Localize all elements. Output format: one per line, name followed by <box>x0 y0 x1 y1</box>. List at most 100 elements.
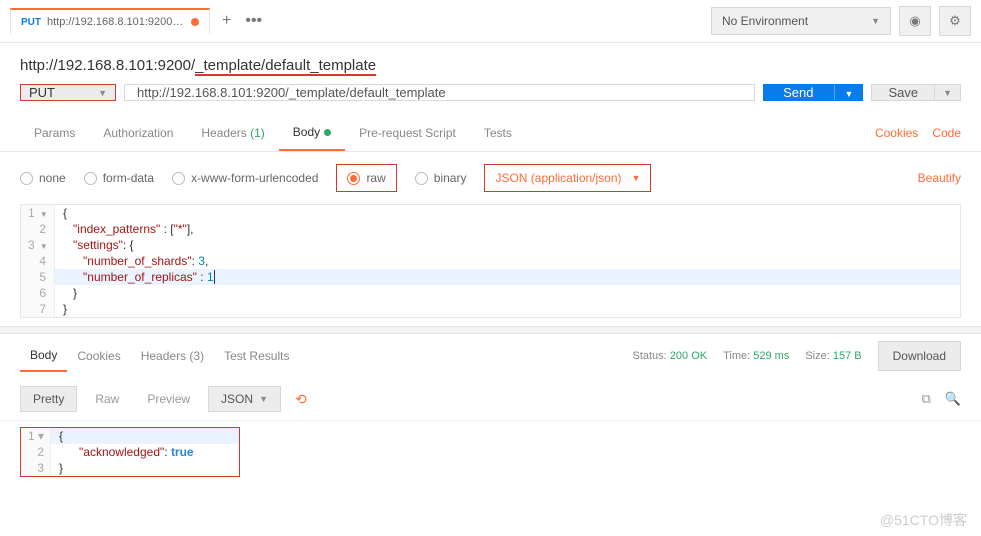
url-input[interactable]: http://192.168.8.101:9200/_template/defa… <box>124 84 755 101</box>
size-value: 157 B <box>833 350 862 362</box>
editor-line[interactable]: 3} <box>21 460 239 476</box>
editor-line[interactable]: 7} <box>21 301 960 317</box>
body-label: Body <box>293 125 320 139</box>
radio-none[interactable]: none <box>20 171 66 185</box>
radio-icon <box>415 172 428 185</box>
environment-area: No Environment ▼ ◉ ⚙ <box>711 6 971 36</box>
radio-raw[interactable]: raw <box>336 164 396 192</box>
code-link[interactable]: Code <box>932 126 961 140</box>
download-button[interactable]: Download <box>878 341 961 371</box>
chevron-down-icon: ▼ <box>98 88 107 98</box>
size-label: Size: <box>805 350 829 362</box>
editor-line[interactable]: 2 "acknowledged": true <box>21 444 239 460</box>
view-raw[interactable]: Raw <box>85 387 129 411</box>
status: Status: 200 OK <box>632 350 707 362</box>
headers-label: Headers <box>141 349 186 363</box>
size: Size: 157 B <box>805 350 861 362</box>
settings-button[interactable]: ⚙ <box>939 6 971 36</box>
resp-tab-cookies[interactable]: Cookies <box>67 341 130 371</box>
environment-value: No Environment <box>722 14 808 28</box>
environment-select[interactable]: No Environment ▼ <box>711 7 891 35</box>
chevron-down-icon: ▼ <box>845 89 854 99</box>
tab-title: http://192.168.8.101:9200/_clust <box>47 16 185 28</box>
headers-count: (3) <box>189 349 204 363</box>
radio-label: x-www-form-urlencoded <box>191 171 318 185</box>
resp-tab-body[interactable]: Body <box>20 340 67 372</box>
request-tabs: Params Authorization Headers (1) Body Pr… <box>0 115 981 152</box>
editor-line[interactable]: 5 "number_of_replicas" : 1 <box>21 269 960 285</box>
request-links: Cookies Code <box>875 126 961 140</box>
save-button[interactable]: Save <box>871 84 935 101</box>
content-type-value: JSON (application/json) <box>495 171 621 185</box>
watermark: @51CTO博客 <box>880 510 967 530</box>
format-select[interactable]: JSON ▼ <box>208 386 281 412</box>
resp-tab-tests[interactable]: Test Results <box>214 341 299 371</box>
view-pretty[interactable]: Pretty <box>20 386 77 412</box>
beautify-link[interactable]: Beautify <box>918 171 961 185</box>
save-group: Save ▼ <box>871 84 961 101</box>
radio-label: raw <box>366 171 385 185</box>
radio-label: none <box>39 171 66 185</box>
response-body-viewer[interactable]: 1 ▾{2 "acknowledged": true3} <box>20 427 240 477</box>
tab-headers[interactable]: Headers (1) <box>187 116 278 150</box>
title-suffix: _template/default_template <box>195 57 376 76</box>
editor-line[interactable]: 3 ▾ "settings": { <box>21 237 960 253</box>
tab-method: PUT <box>21 17 41 28</box>
toolbar-right: ⧉ 🔍 <box>922 391 961 407</box>
response-toolbar: Pretty Raw Preview JSON ▼ ⟲ ⧉ 🔍 <box>0 378 981 421</box>
tab-authorization[interactable]: Authorization <box>89 116 187 150</box>
save-label: Save <box>888 85 918 100</box>
wrap-lines-button[interactable]: ⟲ <box>289 388 313 411</box>
radio-binary[interactable]: binary <box>415 171 467 185</box>
request-title: http://192.168.8.101:9200/_template/defa… <box>0 43 981 82</box>
copy-button[interactable]: ⧉ <box>922 391 931 407</box>
content-type-select[interactable]: JSON (application/json) ▼ <box>484 164 651 192</box>
tab-prerequest[interactable]: Pre-request Script <box>345 116 470 150</box>
method-value: PUT <box>29 85 55 100</box>
body-options: none form-data x-www-form-urlencoded raw… <box>0 152 981 204</box>
editor-line[interactable]: 1 ▾{ <box>21 428 239 444</box>
chevron-down-icon: ▼ <box>632 173 641 183</box>
radio-urlencoded[interactable]: x-www-form-urlencoded <box>172 171 318 185</box>
gear-icon: ⚙ <box>949 13 961 29</box>
new-tab-button[interactable]: + <box>222 12 231 30</box>
tab-actions: + ••• <box>222 12 262 30</box>
radio-icon <box>172 172 185 185</box>
tab-menu-button[interactable]: ••• <box>245 12 262 30</box>
save-dropdown[interactable]: ▼ <box>935 84 961 101</box>
body-dot-icon <box>324 129 331 136</box>
editor-line[interactable]: 1 ▾{ <box>21 205 960 221</box>
tab-body[interactable]: Body <box>279 115 345 151</box>
editor-line[interactable]: 4 "number_of_shards": 3, <box>21 253 960 269</box>
search-button[interactable]: 🔍 <box>945 391 961 407</box>
tab-tests[interactable]: Tests <box>470 116 526 150</box>
send-dropdown[interactable]: ▼ <box>834 85 864 100</box>
pane-divider[interactable] <box>0 326 981 334</box>
radio-formdata[interactable]: form-data <box>84 171 154 185</box>
time-value: 529 ms <box>753 350 789 362</box>
eye-icon: ◉ <box>909 13 920 29</box>
resp-tab-headers[interactable]: Headers (3) <box>131 341 214 371</box>
response-meta: Status: 200 OK Time: 529 ms Size: 157 B … <box>632 341 961 371</box>
send-label: Send <box>763 85 833 100</box>
method-select[interactable]: PUT ▼ <box>20 84 116 101</box>
status-label: Status: <box>632 350 666 362</box>
editor-line[interactable]: 6 } <box>21 285 960 301</box>
request-body-editor[interactable]: 1 ▾{2 "index_patterns" : ["*"],3 ▾ "sett… <box>20 204 961 318</box>
editor-line[interactable]: 2 "index_patterns" : ["*"], <box>21 221 960 237</box>
chevron-down-icon: ▼ <box>943 88 952 98</box>
top-bar: PUT http://192.168.8.101:9200/_clust + •… <box>0 0 981 43</box>
unsaved-dot-icon <box>191 18 199 26</box>
radio-icon <box>84 172 97 185</box>
radio-label: binary <box>434 171 467 185</box>
cookies-link[interactable]: Cookies <box>875 126 918 140</box>
send-button[interactable]: Send ▼ <box>763 84 863 101</box>
chevron-down-icon: ▼ <box>259 394 268 404</box>
view-preview[interactable]: Preview <box>137 387 200 411</box>
radio-icon <box>347 172 360 185</box>
environment-preview-button[interactable]: ◉ <box>899 6 931 36</box>
request-tab[interactable]: PUT http://192.168.8.101:9200/_clust <box>10 8 210 34</box>
tab-params[interactable]: Params <box>20 116 89 150</box>
time-label: Time: <box>723 350 750 362</box>
url-value: http://192.168.8.101:9200/_template/defa… <box>137 85 446 100</box>
